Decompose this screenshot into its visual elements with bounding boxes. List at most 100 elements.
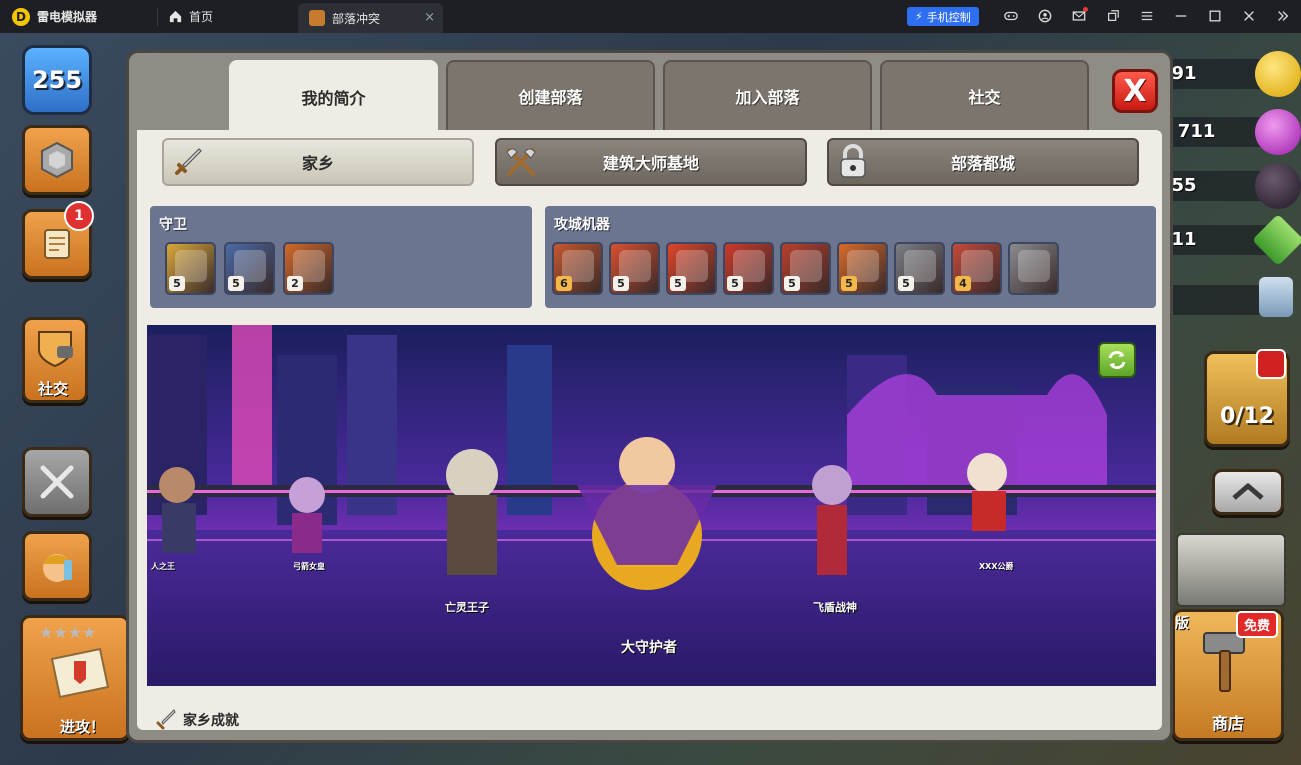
hero-label-minion-prince: 亡灵王子: [445, 601, 489, 614]
restore-icon[interactable]: [1103, 6, 1123, 26]
close-panel-button[interactable]: X: [1112, 69, 1158, 113]
builders-notification-badge: [1256, 349, 1286, 379]
refresh-showcase-button[interactable]: [1098, 342, 1136, 378]
guardian-slot[interactable]: 5: [165, 242, 216, 295]
guardian-slot[interactable]: 5: [224, 242, 275, 295]
siege-machine-level: 5: [898, 276, 914, 291]
scroll-icon: [44, 229, 70, 259]
expand-up-button[interactable]: [1212, 469, 1284, 515]
siege-machines-title: 攻城机器: [554, 217, 610, 233]
hexagon-gear-icon: [41, 141, 73, 179]
hero-showcase-scene[interactable]: 大守护者 亡灵王子 飞盾战神 人之王 弓箭女皇 XXX公爵: [147, 325, 1156, 686]
achievements-header: 家乡成就: [153, 708, 239, 730]
elixir-icon: [1255, 109, 1301, 155]
clan-capital-label: 部落都城: [950, 154, 1015, 173]
phone-control-label: 手机控制: [926, 10, 971, 24]
siege-machine-slot[interactable]: 4: [951, 242, 1002, 295]
gem-icon: [1251, 213, 1301, 267]
siege-machine-slot[interactable]: 5: [666, 242, 717, 295]
account-icon[interactable]: [1035, 6, 1055, 26]
ticket-icon: [1259, 277, 1293, 317]
star-rating-icon: ★★★★: [39, 623, 96, 642]
phone-control-button[interactable]: ⚡ 手机控制: [907, 7, 979, 26]
home-village-button[interactable]: 家乡: [162, 138, 474, 186]
profile-content: 家乡 建筑大师基地 部落都城 守卫 552 攻城机器 65555554 大守护者…: [137, 130, 1162, 730]
builders-count: 0/12: [1220, 403, 1274, 429]
siege-machine-slot[interactable]: 5: [837, 242, 888, 295]
battle-log-button[interactable]: [22, 447, 92, 517]
siege-machine-level: 5: [841, 276, 857, 291]
siege-machine-unit-icon: [1018, 250, 1050, 282]
experience-level-badge[interactable]: 255: [22, 45, 92, 115]
tab-close-icon[interactable]: ×: [424, 10, 435, 25]
close-window-icon[interactable]: [1239, 6, 1259, 26]
gold-icon: [1255, 51, 1301, 97]
siege-machine-slot[interactable]: 6: [552, 242, 603, 295]
siege-machine-slot[interactable]: 5: [723, 242, 774, 295]
news-notification-badge: 1: [64, 201, 94, 231]
news-banner-image[interactable]: [1176, 533, 1286, 607]
mail-icon[interactable]: [1069, 6, 1089, 26]
tab-my-profile[interactable]: 我的简介: [229, 60, 438, 132]
titlebar-divider: [157, 7, 159, 26]
guardians-title: 守卫: [159, 217, 187, 233]
tab-create-clan[interactable]: 创建部落: [446, 60, 655, 130]
lightning-icon: ⚡: [915, 10, 923, 23]
siege-machines-panel: 攻城机器 6 5 5 5 5 5 5 4: [545, 206, 1156, 308]
guardian-level: 2: [287, 276, 303, 291]
home-tab-label: 首页: [189, 10, 214, 24]
siege-machine-slot[interactable]: 5: [894, 242, 945, 295]
siege-machine-slot[interactable]: [1008, 242, 1059, 295]
hero-label-duke: XXX公爵: [979, 562, 1014, 571]
maximize-icon[interactable]: [1205, 6, 1225, 26]
edition-label: 版: [1175, 616, 1189, 632]
refresh-icon: [1108, 350, 1126, 370]
profile-tabs: 我的简介 创建部落 加入部落 社交: [229, 60, 1089, 132]
free-badge: 免费: [1236, 611, 1279, 638]
tab-social[interactable]: 社交: [880, 60, 1089, 130]
builder-base-label: 建筑大师基地: [602, 154, 699, 173]
menu-icon[interactable]: [1137, 6, 1157, 26]
home-village-label: 家乡: [301, 154, 334, 173]
siege-machine-slot[interactable]: 5: [780, 242, 831, 295]
clan-shield-icon: [38, 331, 73, 368]
builder-base-button[interactable]: 建筑大师基地: [495, 138, 807, 186]
barbarian-face-icon: [43, 554, 72, 582]
clan-capital-button[interactable]: 部落都城: [827, 138, 1139, 186]
siege-machine-level: 4: [955, 276, 971, 291]
siege-machine-level: 6: [556, 276, 572, 291]
siege-machine-level: 5: [727, 276, 743, 291]
achievements-label: 家乡成就: [183, 713, 239, 729]
social-label: 社交: [38, 380, 69, 398]
svg-text:★★★★: ★★★★: [39, 623, 96, 642]
guardian-level: 5: [169, 276, 185, 291]
siege-machine-level: 5: [613, 276, 629, 291]
emulator-titlebar: D 雷电模拟器 首页 部落冲突 × ⚡ 手机控制: [0, 0, 1301, 33]
crossed-swords-icon: [40, 465, 74, 499]
achievement-sword-icon: [156, 709, 176, 730]
attack-map-icon: [50, 647, 110, 699]
clan-games-button[interactable]: [22, 531, 92, 601]
minimize-icon[interactable]: [1171, 6, 1191, 26]
game-tab[interactable]: 部落冲突 ×: [298, 3, 443, 33]
settings-button[interactable]: [22, 125, 92, 195]
home-icon: [169, 10, 182, 23]
dark-elixir-icon: [1255, 163, 1301, 209]
hero-label-royal-champion: 飞盾战神: [813, 601, 857, 614]
guardian-level: 5: [228, 276, 244, 291]
attack-label: 进攻！: [60, 718, 106, 736]
siege-machine-level: 5: [784, 276, 800, 291]
guardian-slot[interactable]: 2: [283, 242, 334, 295]
gamepad-icon[interactable]: [1001, 6, 1021, 26]
game-tab-label: 部落冲突: [332, 11, 381, 26]
mail-notification-dot: [1083, 7, 1088, 12]
siege-machine-slot[interactable]: 5: [609, 242, 660, 295]
home-tab[interactable]: 首页: [168, 8, 213, 25]
hero-label-barbarian-king: 人之王: [151, 562, 175, 571]
hero-label-grand-warden: 大守护者: [621, 640, 677, 656]
expand-sidebar-icon[interactable]: [1273, 6, 1293, 26]
tab-join-clan[interactable]: 加入部落: [663, 60, 872, 130]
shop-label: 商店: [1211, 714, 1244, 733]
hero-label-archer-queen: 弓箭女皇: [293, 562, 325, 571]
chevron-up-icon: [1232, 483, 1264, 500]
